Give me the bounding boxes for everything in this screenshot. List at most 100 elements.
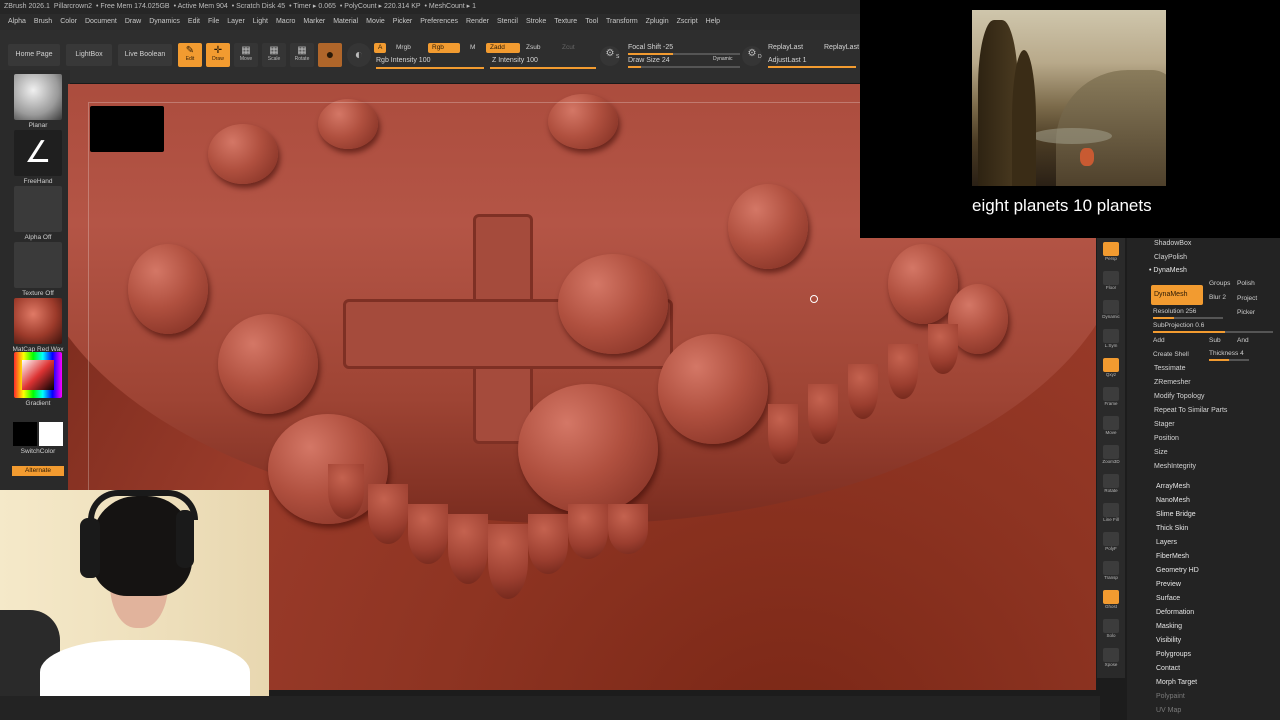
menu-texture[interactable]: Texture [554,14,577,30]
subpalette-layers[interactable]: Layers [1156,539,1177,546]
subpalette-preview[interactable]: Preview [1156,581,1181,588]
draw-size-slider[interactable] [628,66,740,68]
palette-size[interactable]: Size [1154,449,1168,456]
rotate-button[interactable]: ▦ Rotate [290,43,314,67]
subpalette-contact[interactable]: Contact [1156,665,1180,672]
edit-button[interactable]: ✎ Edit [178,43,202,67]
menu-alpha[interactable]: Alpha [8,14,26,30]
palette-position[interactable]: Position [1154,435,1179,442]
shelf-rotate[interactable]: Rotate [1099,474,1123,493]
subpalette-surface[interactable]: Surface [1156,595,1180,602]
color-sphere-button[interactable]: ◐ [347,43,371,67]
menu-macro[interactable]: Macro [276,14,295,30]
menu-material[interactable]: Material [333,14,358,30]
menu-edit[interactable]: Edit [188,14,200,30]
replay-last-button[interactable]: ReplayLast [768,44,803,51]
menu-help[interactable]: Help [706,14,720,30]
shelf-zoom3d[interactable]: Zoom3D [1099,445,1123,464]
polish-toggle[interactable]: Polish [1237,280,1255,287]
palette-tessimate[interactable]: Tessimate [1154,365,1186,372]
focal-shift-slider[interactable] [628,53,740,55]
menu-dynamics[interactable]: Dynamics [149,14,180,30]
scale-button[interactable]: ▦ Scale [262,43,286,67]
menu-color[interactable]: Color [60,14,77,30]
live-boolean-button[interactable]: Live Boolean [118,44,172,66]
menu-draw[interactable]: Draw [125,14,141,30]
material-swatch-button[interactable]: ● [318,43,342,67]
shelf-move[interactable]: Move [1099,416,1123,435]
dynamesh-button[interactable]: DynaMesh [1151,285,1203,305]
shelf-xpose[interactable]: Xpose [1099,648,1123,667]
resolution-slider[interactable]: Resolution 256 [1153,308,1196,315]
draw-button[interactable]: ✛ Draw [206,43,230,67]
shelf-line-fill[interactable]: Line Fill [1099,503,1123,522]
rgb-intensity-slider[interactable] [376,67,484,69]
shelf-ghost[interactable]: Ghost [1099,590,1123,609]
picker-toggle[interactable]: Picker [1237,309,1255,316]
stroke-selector[interactable]: ∠ FreeHand [12,130,64,185]
project-toggle[interactable]: Project [1237,295,1257,302]
switch-color[interactable]: SwitchColor [12,422,64,455]
and-button[interactable]: And [1237,337,1249,344]
adjust-last-slider[interactable] [768,66,856,68]
shelf-transp[interactable]: Transp [1099,561,1123,580]
menu-preferences[interactable]: Preferences [420,14,458,30]
palette-meshintegrity[interactable]: MeshIntegrity [1154,463,1196,470]
menu-render[interactable]: Render [466,14,489,30]
lightbox-button[interactable]: LightBox [66,44,112,66]
adjust-last-label[interactable]: AdjustLast 1 [768,57,807,64]
zcut-toggle[interactable]: Zcut [558,43,579,53]
menu-marker[interactable]: Marker [303,14,325,30]
menu-layer[interactable]: Layer [227,14,245,30]
subpalette-uv-map[interactable]: UV Map [1156,707,1181,714]
shelf-persp[interactable]: Persp [1099,242,1123,261]
draw-size-label[interactable]: Draw Size 24 [628,57,670,64]
subpalette-morph-target[interactable]: Morph Target [1156,679,1197,686]
replay-last-rel-button[interactable]: ReplayLast [824,44,859,51]
menu-picker[interactable]: Picker [393,14,412,30]
shelf-l-sym[interactable]: L.Sym [1099,329,1123,348]
secondary-color-swatch[interactable] [39,422,63,446]
palette-stager[interactable]: Stager [1154,421,1175,428]
menu-zplugin[interactable]: Zplugin [646,14,669,30]
menu-transform[interactable]: Transform [606,14,638,30]
dynamic-toggle[interactable]: Dynamic [713,56,732,62]
menu-tool[interactable]: Tool [585,14,598,30]
shelf-polyf[interactable]: PolyF [1099,532,1123,551]
brush-selector[interactable]: Planar [12,74,64,129]
thickness-slider[interactable]: Thickness 4 [1209,350,1244,357]
shelf-qxyz[interactable]: Qxyz [1099,358,1123,377]
menu-zscript[interactable]: Zscript [677,14,698,30]
a-toggle[interactable]: A [374,43,387,53]
subpalette-polypaint[interactable]: Polypaint [1156,693,1185,700]
shelf-frame[interactable]: Frame [1099,387,1123,406]
shadowbox-button[interactable]: ShadowBox [1154,240,1191,247]
sub-button[interactable]: Sub [1209,337,1221,344]
move-button[interactable]: ▦ Move [234,43,258,67]
palette-zremesher[interactable]: ZRemesher [1154,379,1191,386]
menu-document[interactable]: Document [85,14,117,30]
menu-light[interactable]: Light [253,14,268,30]
mrgb-toggle[interactable]: Mrgb [392,43,415,53]
subpalette-masking[interactable]: Masking [1156,623,1182,630]
color-picker[interactable]: Gradient [12,352,64,407]
menu-brush[interactable]: Brush [34,14,52,30]
z-intensity-slider[interactable] [490,67,596,69]
material-selector[interactable]: MatCap Red Wax [12,298,64,353]
menu-stencil[interactable]: Stencil [497,14,518,30]
shelf-dynamic[interactable]: Dynamic [1099,300,1123,319]
subpalette-fibermesh[interactable]: FiberMesh [1156,553,1189,560]
create-shell-button[interactable]: Create Shell [1153,351,1189,358]
subpalette-slime-bridge[interactable]: Slime Bridge [1156,511,1196,518]
zsub-toggle[interactable]: Zsub [522,43,544,53]
subprojection-slider[interactable]: SubProjection 0.6 [1153,322,1204,329]
add-button[interactable]: Add [1153,337,1165,344]
alpha-selector[interactable]: Alpha Off [12,186,64,241]
groups-toggle[interactable]: Groups [1209,280,1230,287]
subprojection-slider-track[interactable] [1153,331,1273,333]
focal-shift-label[interactable]: Focal Shift -25 [628,44,673,51]
m-toggle[interactable]: M [466,43,479,53]
shelf-solo[interactable]: Solo [1099,619,1123,638]
palette-repeat-to-similar-parts[interactable]: Repeat To Similar Parts [1154,407,1227,414]
subpalette-deformation[interactable]: Deformation [1156,609,1194,616]
